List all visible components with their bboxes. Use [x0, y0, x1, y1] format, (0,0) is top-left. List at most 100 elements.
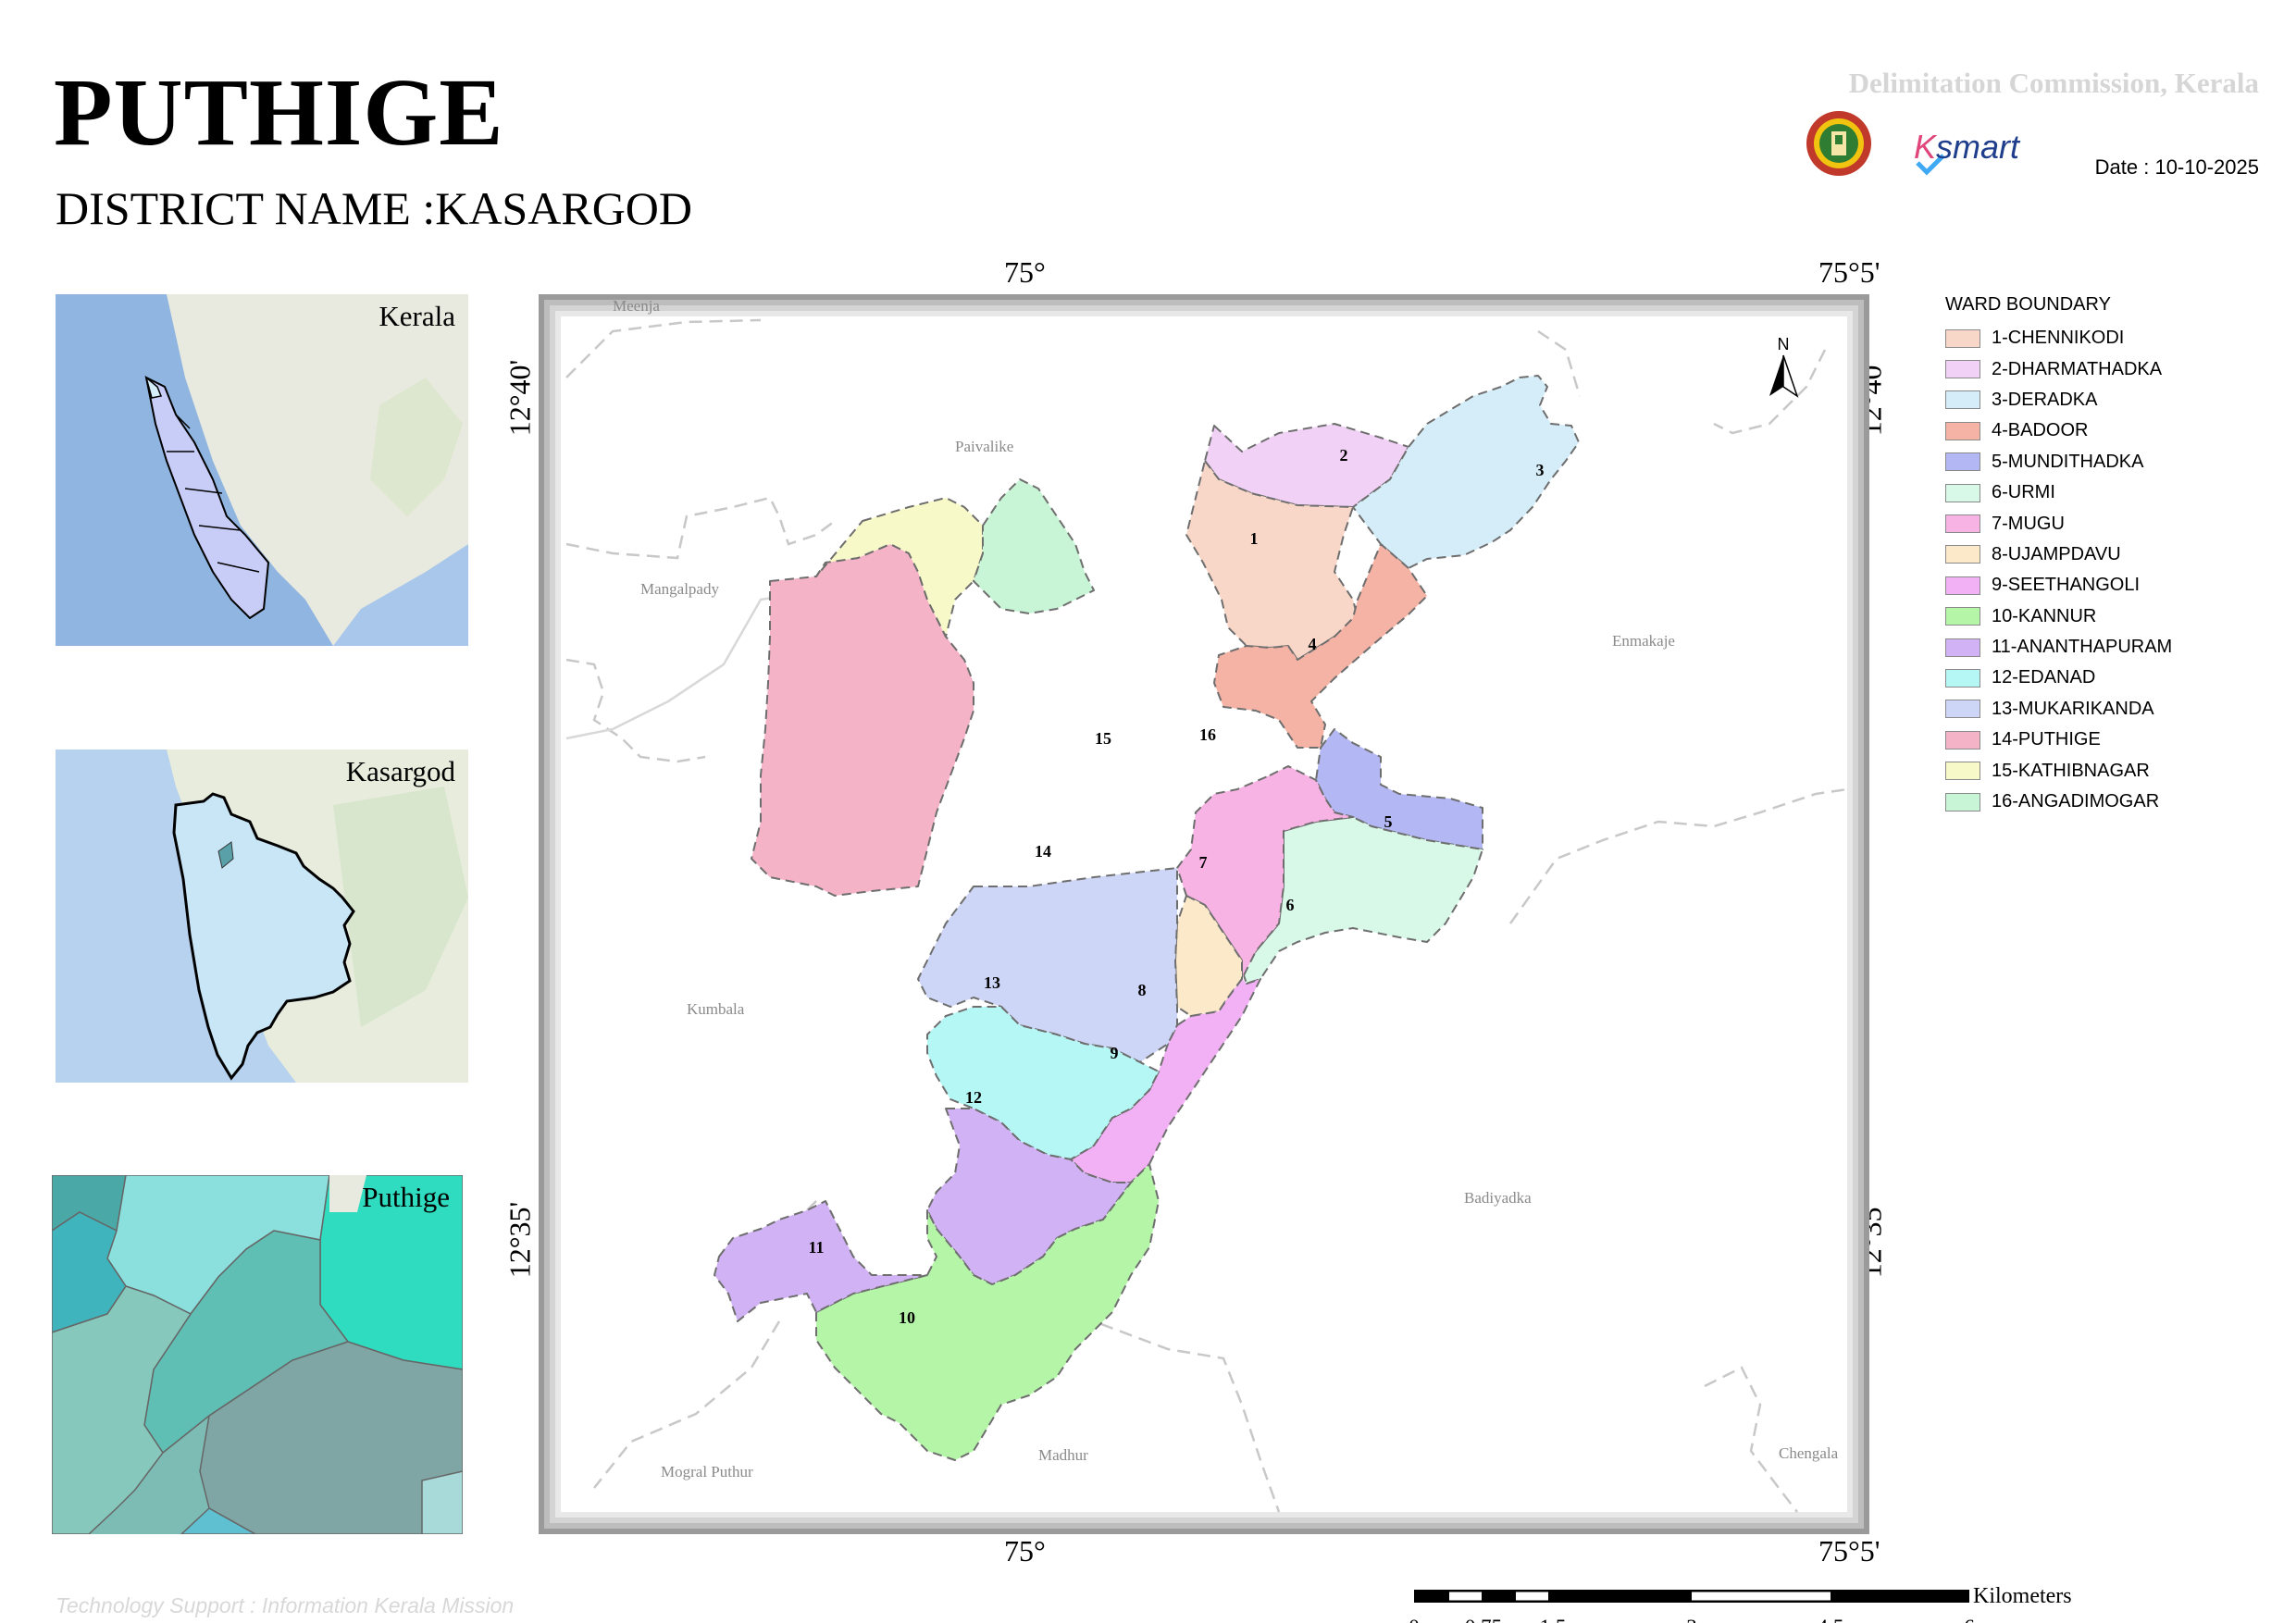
legend-swatch	[1945, 360, 1980, 379]
ward-label-16: 16	[1199, 725, 1216, 744]
legend-item: 6-URMI	[1945, 477, 2172, 508]
ward-label-14: 14	[1035, 842, 1051, 861]
lon-label-bottom-right: 75°5'	[1818, 1534, 1880, 1567]
legend-swatch	[1945, 483, 1980, 502]
ward-label-4: 4	[1309, 635, 1317, 653]
scale-tick-3: 3	[1686, 1616, 1697, 1623]
ward-label-5: 5	[1384, 812, 1393, 831]
legend-label: 1-CHENNIKODI	[1992, 328, 2125, 349]
legend-swatch	[1945, 792, 1980, 812]
legend-label: 3-DERADKA	[1992, 389, 2098, 410]
place-meenja: Meenja	[613, 297, 660, 315]
legend-swatch	[1945, 607, 1980, 626]
place-badiyadka: Badiyadka	[1464, 1189, 1532, 1207]
place-mangalpady: Mangalpady	[640, 580, 719, 598]
map-title: PUTHIGE	[54, 59, 504, 166]
legend-label: 6-URMI	[1992, 482, 2055, 503]
inset-puthige-drawing	[52, 1175, 463, 1534]
inset-map-puthige: Puthige	[52, 1175, 463, 1534]
ward-label-13: 13	[984, 973, 1000, 992]
inset-kerala-label: Kerala	[379, 300, 455, 332]
inset-kerala-drawing	[56, 294, 468, 646]
legend-label: 12-EDANAD	[1992, 667, 2096, 688]
legend-item: 15-KATHIBNAGAR	[1945, 755, 2172, 786]
ksmart-k: K	[1914, 128, 1937, 166]
legend-swatch	[1945, 328, 1980, 348]
legend-label: 13-MUKARIKANDA	[1992, 698, 2154, 719]
legend-items: 1-CHENNIKODI 2-DHARMATHADKA 3-DERADKA 4-BAD…	[1945, 323, 2172, 817]
scale-seg-2	[1516, 1592, 1548, 1601]
scale-tick-0: 0	[1409, 1616, 1420, 1623]
ward-label-6: 6	[1286, 896, 1295, 914]
scale-tick-1: 0.75	[1465, 1616, 1502, 1623]
ward-label-10: 10	[899, 1308, 915, 1327]
ward-label-3: 3	[1536, 461, 1545, 479]
legend-label: 5-MUNDITHADKA	[1992, 451, 2144, 472]
scale-tick-5: 6	[1964, 1616, 1975, 1623]
inset-map-kerala: Kerala	[56, 294, 468, 646]
place-mogral-puthur: Mogral Puthur	[661, 1463, 753, 1481]
legend-swatch	[1945, 421, 1980, 440]
ksmart-logo-text: Ksmart	[1914, 128, 2019, 167]
commission-heading: Delimitation Commission, Kerala	[1848, 67, 2259, 99]
legend-label: 4-BADOOR	[1992, 420, 2089, 441]
inset-map-kasargod: Kasargod	[56, 750, 468, 1083]
ward-label-2: 2	[1340, 446, 1348, 465]
main-map-drawing: Meenja Paivalike Mangalpady Enmakaje Kum…	[539, 294, 1869, 1534]
legend-swatch	[1945, 390, 1980, 410]
legend-item: 2-DHARMATHADKA	[1945, 353, 2172, 384]
legend-item: 8-UJAMPDAVU	[1945, 539, 2172, 570]
legend-item: 5-MUNDITHADKA	[1945, 447, 2172, 477]
legend-item: 12-EDANAD	[1945, 663, 2172, 693]
ward-label-11: 11	[808, 1238, 824, 1257]
legend-swatch	[1945, 762, 1980, 781]
inset-kasargod-drawing	[56, 750, 468, 1083]
legend-item: 4-BADOOR	[1945, 415, 2172, 446]
legend: WARD BOUNDARY 1-CHENNIKODI 2-DHARMATHADKA…	[1945, 294, 2172, 817]
scale-seg-1	[1449, 1592, 1482, 1601]
legend-swatch	[1945, 730, 1980, 750]
technology-credit: Technology Support : Information Kerala …	[56, 1593, 515, 1617]
scale-bar	[1414, 1590, 1969, 1603]
legend-label: 16-ANGADIMOGAR	[1992, 791, 2160, 812]
legend-label: 8-UJAMPDAVU	[1992, 543, 2121, 564]
legend-swatch	[1945, 452, 1980, 472]
scale-tick-2: 1.5	[1540, 1616, 1567, 1623]
legend-item: 14-PUTHIGE	[1945, 725, 2172, 755]
legend-title: WARD BOUNDARY	[1945, 294, 2111, 315]
ward-label-9: 9	[1111, 1044, 1119, 1062]
district-name: DISTRICT NAME :KASARGOD	[56, 182, 693, 234]
lon-label-top-left: 75°	[1004, 255, 1046, 289]
north-letter: N	[1778, 335, 1790, 353]
scale-seg-3	[1692, 1592, 1831, 1601]
lon-label-bottom-left: 75°	[1004, 1534, 1046, 1567]
legend-label: 14-PUTHIGE	[1992, 729, 2101, 750]
legend-swatch	[1945, 514, 1980, 534]
map-date: Date : 10-10-2025	[2094, 155, 2259, 179]
legend-label: 9-SEETHANGOLI	[1992, 575, 2141, 596]
lon-label-top-right: 75°5'	[1818, 255, 1880, 289]
legend-item: 13-MUKARIKANDA	[1945, 694, 2172, 725]
lat-label-left-top: 12°40'	[503, 359, 537, 437]
main-ward-map: Meenja Paivalike Mangalpady Enmakaje Kum…	[539, 294, 1869, 1534]
ksmart-smart: smart	[1936, 128, 2020, 166]
legend-label: 7-MUGU	[1992, 513, 2065, 534]
legend-swatch	[1945, 700, 1980, 719]
legend-label: 11-ANANTHAPURAM	[1992, 637, 2173, 658]
place-paivalike: Paivalike	[955, 438, 1013, 455]
legend-item: 11-ANANTHAPURAM	[1945, 632, 2172, 663]
legend-swatch	[1945, 545, 1980, 564]
place-chengala: Chengala	[1779, 1444, 1839, 1462]
legend-item: 1-CHENNIKODI	[1945, 323, 2172, 353]
legend-swatch	[1945, 638, 1980, 657]
legend-swatch	[1945, 576, 1980, 595]
legend-item: 16-ANGADIMOGAR	[1945, 787, 2172, 817]
inset-kasargod-label: Kasargod	[345, 755, 455, 787]
place-madhur: Madhur	[1038, 1446, 1088, 1464]
legend-item: 3-DERADKA	[1945, 385, 2172, 415]
legend-label: 10-KANNUR	[1992, 605, 2097, 626]
ward-label-7: 7	[1199, 853, 1208, 872]
ward-label-15: 15	[1095, 729, 1111, 748]
ward-label-8: 8	[1138, 981, 1147, 999]
legend-label: 15-KATHIBNAGAR	[1992, 760, 2150, 781]
